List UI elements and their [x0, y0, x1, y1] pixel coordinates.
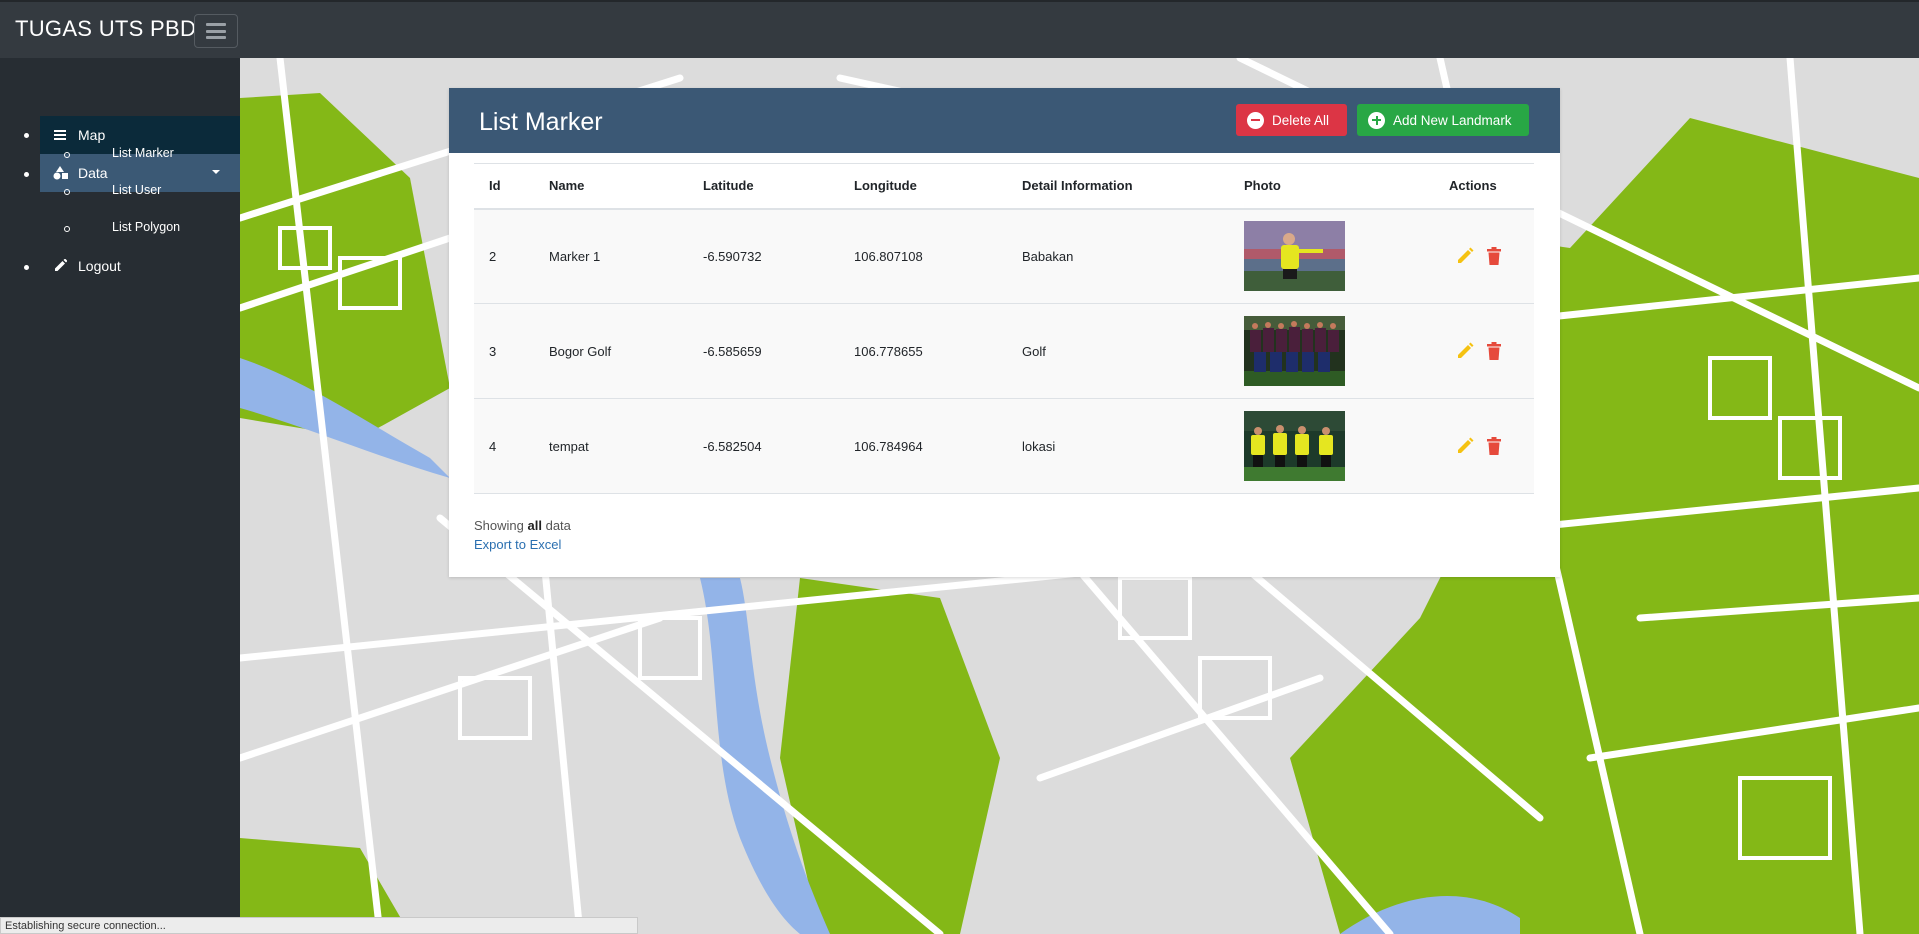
- trash-icon[interactable]: [1486, 437, 1502, 455]
- edit-icon[interactable]: [1456, 342, 1474, 360]
- showing-suffix: data: [545, 518, 571, 533]
- col-header-photo: Photo: [1229, 163, 1434, 210]
- sidebar-item-label: Logout: [78, 258, 121, 274]
- delete-all-button[interactable]: Delete All: [1236, 104, 1347, 136]
- list-bullet: [24, 265, 29, 270]
- cell-latitude: -6.590732: [703, 248, 762, 264]
- cell-name: Bogor Golf: [549, 343, 612, 359]
- cell-longitude: 106.784964: [854, 438, 923, 454]
- cell-id: 2: [489, 248, 497, 264]
- col-header-actions: Actions: [1434, 163, 1534, 210]
- add-landmark-button[interactable]: Add New Landmark: [1357, 104, 1529, 136]
- chevron-down-icon: [212, 170, 220, 174]
- sidebar: Map Data List Marker List User List Poly…: [0, 58, 240, 934]
- sub-bullet: [64, 152, 70, 158]
- top-navbar: TUGAS UTS PBD: [0, 0, 1919, 58]
- showing-info: Showing all data: [474, 518, 571, 533]
- sidebar-subitem-list-marker[interactable]: List Marker: [112, 146, 174, 160]
- cell-latitude: -6.585659: [703, 343, 762, 359]
- table-row: 2 Marker 1 -6.590732 106.807108 Babakan: [474, 208, 1534, 304]
- row-actions: [1449, 247, 1534, 266]
- cell-detail: Golf: [1022, 343, 1046, 359]
- edit-icon[interactable]: [1456, 247, 1474, 265]
- app-brand[interactable]: TUGAS UTS PBD: [15, 16, 196, 42]
- sub-bullet: [64, 226, 70, 232]
- hamburger-icon: [206, 23, 226, 39]
- sidebar-item-label: Map: [78, 127, 106, 143]
- browser-status-bar: Establishing secure connection...: [0, 917, 638, 934]
- col-header-longitude: Longitude: [839, 163, 1007, 210]
- table-row: 3 Bogor Golf -6.585659 106.778655 Golf: [474, 303, 1534, 399]
- add-landmark-label: Add New Landmark: [1393, 112, 1512, 128]
- table-row: 4 tempat -6.582504 106.784964 lokasi: [474, 398, 1534, 494]
- sidebar-subitem-list-polygon[interactable]: List Polygon: [112, 220, 180, 234]
- marker-table: Id Name Latitude Longitude Detail Inform…: [474, 163, 1534, 494]
- plus-circle-icon: [1368, 111, 1385, 129]
- sidebar-subitem-list-user[interactable]: List User: [112, 183, 161, 197]
- table-header-row: Id Name Latitude Longitude Detail Inform…: [474, 163, 1534, 210]
- export-excel-link[interactable]: Export to Excel: [474, 537, 561, 552]
- cell-latitude: -6.582504: [703, 438, 762, 454]
- card-header: List Marker Delete All Add New Landmark: [449, 88, 1560, 153]
- cell-longitude: 106.807108: [854, 248, 923, 264]
- list-bullet: [24, 172, 29, 177]
- trash-icon[interactable]: [1486, 247, 1502, 266]
- col-header-latitude: Latitude: [688, 163, 839, 210]
- cell-id: 3: [489, 343, 497, 359]
- sub-bullet: [64, 189, 70, 195]
- cell-longitude: 106.778655: [854, 343, 923, 359]
- col-header-name: Name: [534, 163, 688, 210]
- edit-icon[interactable]: [1456, 437, 1474, 455]
- sidebar-item-logout[interactable]: Logout: [40, 247, 240, 285]
- list-marker-card: List Marker Delete All Add New Landmark …: [449, 88, 1560, 577]
- showing-prefix: Showing: [474, 518, 524, 533]
- cell-detail: lokasi: [1022, 438, 1056, 454]
- row-actions: [1449, 437, 1534, 455]
- col-header-detail: Detail Information: [1007, 163, 1229, 210]
- col-header-id: Id: [474, 163, 534, 210]
- showing-bold: all: [527, 518, 542, 533]
- team-photo[interactable]: [1244, 316, 1345, 386]
- minus-circle-icon: [1247, 111, 1264, 129]
- delete-all-label: Delete All: [1272, 112, 1330, 128]
- cell-id: 4: [489, 438, 497, 454]
- pencil-icon: [52, 258, 68, 274]
- row-actions: [1449, 342, 1534, 360]
- cell-name: tempat: [549, 438, 589, 454]
- cell-photo: [1229, 399, 1434, 494]
- cell-name: Marker 1: [549, 248, 601, 264]
- cell-detail: Babakan: [1022, 248, 1074, 264]
- cell-photo: [1229, 304, 1434, 399]
- trash-icon[interactable]: [1486, 342, 1502, 360]
- referee-photo[interactable]: [1244, 221, 1345, 292]
- page-title: List Marker: [479, 108, 603, 136]
- list-bullet: [24, 133, 29, 138]
- sidebar-item-label: Data: [78, 165, 108, 181]
- sidebar-toggle-button[interactable]: [194, 14, 238, 48]
- list-icon: [52, 127, 68, 143]
- shapes-icon: [52, 165, 68, 181]
- cell-photo: [1229, 209, 1434, 304]
- referees-photo[interactable]: [1244, 411, 1345, 481]
